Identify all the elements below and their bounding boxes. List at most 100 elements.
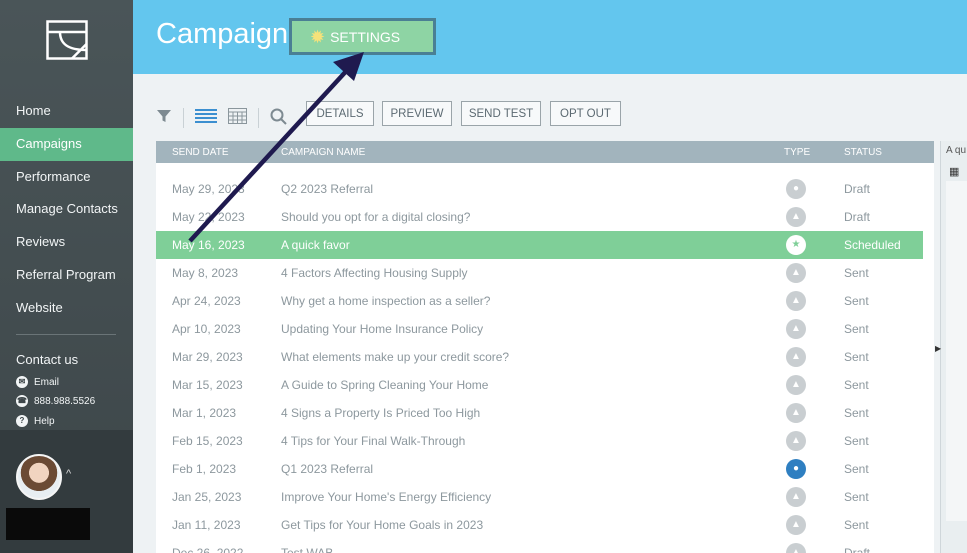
email-type-icon: ▲ (786, 291, 806, 311)
sidebar-item-campaigns[interactable]: Campaigns (0, 127, 133, 161)
table-row[interactable]: Mar 15, 2023 A Guide to Spring Cleaning Y… (156, 371, 923, 399)
row-status: Draft (844, 182, 871, 196)
chat-type-icon: ● (786, 459, 806, 479)
row-campaign-name: A Guide to Spring Cleaning Your Home (281, 378, 489, 392)
row-campaign-name: Improve Your Home's Energy Efficiency (281, 490, 492, 504)
table-row[interactable]: May 22, 2023 Should you opt for a digital… (156, 203, 923, 231)
email-type-icon: ▲ (786, 403, 806, 423)
row-campaign-name: 4 Signs a Property Is Priced Too High (281, 406, 481, 420)
list-view-icon[interactable] (195, 108, 217, 129)
row-send-date: Apr 24, 2023 (172, 294, 241, 308)
contact-phone-link[interactable]: ☎ 888.988.5526 (16, 395, 95, 407)
table-row[interactable]: Mar 29, 2023 What elements make up your c… (156, 343, 923, 371)
table-row[interactable]: Apr 24, 2023 Why get a home inspection as… (156, 287, 923, 315)
row-send-date: Apr 10, 2023 (172, 322, 241, 336)
sidebar-item-manage-contacts[interactable]: Manage Contacts (0, 193, 133, 226)
email-type-icon: ▲ (786, 487, 806, 507)
gear-icon: ✹ (310, 26, 326, 47)
column-campaign-name[interactable]: CAMPAIGN NAME (281, 147, 365, 158)
row-campaign-name: Q2 2023 Referral (281, 182, 374, 196)
row-status: Sent (844, 518, 869, 532)
opt-out-button[interactable]: OPT OUT (550, 101, 621, 126)
contact-email-link[interactable]: ✉ Email (16, 376, 59, 388)
email-type-icon: ▲ (786, 263, 806, 283)
row-campaign-name: 4 Factors Affecting Housing Supply (281, 266, 468, 280)
table-row[interactable]: May 8, 2023 4 Factors Affecting Housing S… (156, 259, 923, 287)
panel-expand-icon[interactable]: ▶ (935, 344, 941, 353)
sidebar-item-website[interactable]: Website (0, 292, 133, 325)
column-type[interactable]: TYPE (784, 147, 810, 158)
row-status: Sent (844, 350, 869, 364)
table-row[interactable]: Feb 15, 2023 4 Tips for Your Final Walk-T… (156, 427, 923, 455)
calendar-view-icon[interactable] (228, 108, 247, 129)
folded-page-logo-icon[interactable] (46, 20, 88, 60)
email-type-icon: ▲ (786, 319, 806, 339)
preview-button[interactable]: PREVIEW (382, 101, 452, 126)
filter-icon[interactable] (156, 108, 172, 129)
row-campaign-name: Updating Your Home Insurance Policy (281, 322, 484, 336)
contact-phone-label: 888.988.5526 (34, 395, 96, 407)
row-status: Sent (844, 378, 869, 392)
table-row[interactable]: Dec 26, 2022 Test WAB ▲ Draft (156, 539, 923, 553)
row-status: Draft (844, 546, 871, 553)
column-status[interactable]: STATUS (844, 147, 882, 158)
row-send-date: May 22, 2023 (172, 210, 245, 224)
row-status: Sent (844, 322, 869, 336)
user-menu[interactable]: ^ (0, 430, 133, 553)
table-row[interactable]: Jan 11, 2023 Get Tips for Your Home Goals… (156, 511, 923, 539)
calendar-small-icon[interactable]: ▦ (949, 165, 959, 178)
email-type-icon: ▲ (786, 515, 806, 535)
row-status: Sent (844, 266, 869, 280)
column-send-date[interactable]: SEND DATE (172, 147, 229, 158)
row-status: Draft (844, 210, 871, 224)
row-campaign-name: Should you opt for a digital closing? (281, 210, 471, 224)
help-icon: ? (16, 415, 28, 427)
star-type-icon: ★ (786, 235, 806, 255)
row-send-date: May 29, 2023 (172, 182, 245, 196)
row-send-date: Dec 26, 2022 (172, 546, 244, 553)
row-campaign-name: Test WAB (281, 546, 334, 553)
row-campaign-name: Get Tips for Your Home Goals in 2023 (281, 518, 484, 532)
avatar[interactable] (16, 454, 62, 500)
contact-help-link[interactable]: ? Help (16, 415, 55, 427)
email-type-icon: ▲ (786, 347, 806, 367)
row-status: Sent (844, 294, 869, 308)
sidebar-item-reviews[interactable]: Reviews (0, 226, 133, 259)
search-icon[interactable] (270, 108, 287, 130)
page-header: Campaigns ✹ SETTINGS (133, 0, 967, 74)
contact-email-label: Email (34, 376, 60, 388)
row-campaign-name: Why get a home inspection as a seller? (281, 294, 491, 308)
send-test-button[interactable]: SEND TEST (461, 101, 541, 126)
table-row[interactable]: Feb 1, 2023 Q1 2023 Referral ● Sent (156, 455, 923, 483)
table-row[interactable]: May 29, 2023 Q2 2023 Referral ● Draft (156, 175, 923, 203)
sidebar-item-performance[interactable]: Performance (0, 161, 133, 194)
settings-label: SETTINGS (330, 28, 401, 45)
row-send-date: Jan 11, 2023 (172, 518, 241, 532)
email-type-icon: ▲ (786, 207, 806, 227)
table-header: SEND DATE CAMPAIGN NAME TYPE STATUS (156, 141, 934, 163)
preview-panel-title: A qu (946, 145, 967, 156)
table-row[interactable]: Jan 25, 2023 Improve Your Home's Energy E… (156, 483, 923, 511)
preview-panel-body (946, 181, 967, 521)
sidebar-item-home[interactable]: Home (0, 95, 133, 128)
row-send-date: May 16, 2023 (172, 238, 245, 252)
email-icon: ✉ (16, 376, 28, 388)
page-title: Campaigns (156, 18, 303, 50)
row-send-date: Mar 1, 2023 (172, 406, 237, 420)
sidebar-item-referral-program[interactable]: Referral Program (0, 259, 133, 292)
settings-button[interactable]: ✹ SETTINGS (289, 18, 436, 55)
table-row[interactable]: Apr 10, 2023 Updating Your Home Insurance… (156, 315, 923, 343)
chevron-up-icon[interactable]: ^ (66, 468, 71, 480)
row-campaign-name: Q1 2023 Referral (281, 462, 374, 476)
sidebar-nav: Home Campaigns Performance Manage Contac… (0, 95, 133, 325)
details-button[interactable]: DETAILS (306, 101, 374, 126)
row-send-date: Mar 29, 2023 (172, 350, 243, 364)
table-row[interactable]: Mar 1, 2023 4 Signs a Property Is Priced … (156, 399, 923, 427)
row-status: Sent (844, 462, 869, 476)
phone-icon: ☎ (16, 395, 28, 407)
preview-panel: A qu ▦ (940, 141, 967, 553)
sidebar: Home Campaigns Performance Manage Contac… (0, 0, 133, 553)
table-row[interactable]: May 16, 2023 A quick favor ★ Scheduled (156, 231, 923, 259)
row-status: Sent (844, 406, 869, 420)
row-send-date: Mar 15, 2023 (172, 378, 243, 392)
